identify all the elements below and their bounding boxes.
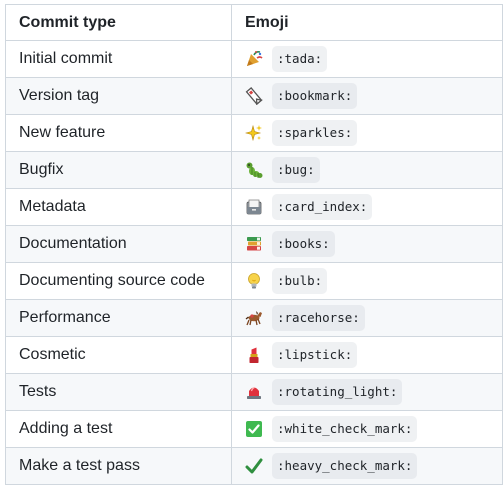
- emoji-cell: :rotating_light:: [231, 373, 503, 411]
- commit-type-cell: Initial commit: [5, 40, 232, 78]
- emoji-code: :white_check_mark:: [272, 416, 418, 442]
- table-row: Metadata :card_index:: [5, 188, 503, 226]
- table-header-row: Commit type Emoji: [5, 4, 503, 41]
- emoji-code: :tada:: [272, 46, 328, 72]
- emoji-code: :card_index:: [272, 194, 373, 220]
- emoji-code: :bookmark:: [272, 83, 358, 109]
- bookmark-icon: [245, 87, 263, 105]
- emoji-code: :lipstick:: [272, 342, 358, 368]
- emoji-code: :books:: [272, 231, 335, 257]
- emoji-code: :bulb:: [272, 268, 328, 294]
- emoji-cell: :tada:: [231, 40, 503, 78]
- emoji-code: :bug:: [272, 157, 320, 183]
- emoji-cell: :racehorse:: [231, 299, 503, 337]
- emoji-cell: :bookmark:: [231, 77, 503, 115]
- emoji-cell: :books:: [231, 225, 503, 263]
- table-row: Documenting source code :bulb:: [5, 262, 503, 300]
- table-row: Make a test pass :heavy_check_mark:: [5, 447, 503, 485]
- commit-type-cell: New feature: [5, 114, 232, 152]
- emoji-code: :rotating_light:: [272, 379, 403, 405]
- commit-type-cell: Documentation: [5, 225, 232, 263]
- commit-type-cell: Make a test pass: [5, 447, 232, 485]
- racehorse-icon: [245, 309, 263, 327]
- table-row: Tests :rotating_light:: [5, 373, 503, 411]
- heavy-check-mark-icon: [245, 457, 263, 475]
- commit-type-table: Commit type Emoji Initial commit :tada: …: [5, 4, 503, 485]
- table-row: New feature :sparkles:: [5, 114, 503, 152]
- commit-type-cell: Bugfix: [5, 151, 232, 189]
- emoji-cell: :bug:: [231, 151, 503, 189]
- white-check-mark-icon: [245, 420, 263, 438]
- emoji-cell: :card_index:: [231, 188, 503, 226]
- table-row: Documentation :books:: [5, 225, 503, 263]
- emoji-code: :heavy_check_mark:: [272, 453, 418, 479]
- card-index-icon: [245, 198, 263, 216]
- table-row: Performance :racehorse:: [5, 299, 503, 337]
- emoji-cell: :heavy_check_mark:: [231, 447, 503, 485]
- emoji-code: :sparkles:: [272, 120, 358, 146]
- commit-type-cell: Tests: [5, 373, 232, 411]
- sparkles-icon: [245, 124, 263, 142]
- emoji-cell: :lipstick:: [231, 336, 503, 374]
- commit-type-cell: Adding a test: [5, 410, 232, 448]
- commit-type-cell: Documenting source code: [5, 262, 232, 300]
- table-row: Adding a test :white_check_mark:: [5, 410, 503, 448]
- header-emoji: Emoji: [231, 4, 503, 41]
- table-row: Initial commit :tada:: [5, 40, 503, 78]
- books-icon: [245, 235, 263, 253]
- lipstick-icon: [245, 346, 263, 364]
- table-row: Version tag :bookmark:: [5, 77, 503, 115]
- emoji-code: :racehorse:: [272, 305, 365, 331]
- commit-type-cell: Version tag: [5, 77, 232, 115]
- light-bulb-icon: [245, 272, 263, 290]
- header-commit-type: Commit type: [5, 4, 232, 41]
- bug-icon: [245, 161, 263, 179]
- emoji-cell: :sparkles:: [231, 114, 503, 152]
- party-popper-icon: [245, 50, 263, 68]
- emoji-cell: :bulb:: [231, 262, 503, 300]
- rotating-light-icon: [245, 383, 263, 401]
- emoji-cell: :white_check_mark:: [231, 410, 503, 448]
- table-row: Cosmetic :lipstick:: [5, 336, 503, 374]
- commit-type-cell: Performance: [5, 299, 232, 337]
- commit-type-cell: Metadata: [5, 188, 232, 226]
- commit-type-cell: Cosmetic: [5, 336, 232, 374]
- table-row: Bugfix :bug:: [5, 151, 503, 189]
